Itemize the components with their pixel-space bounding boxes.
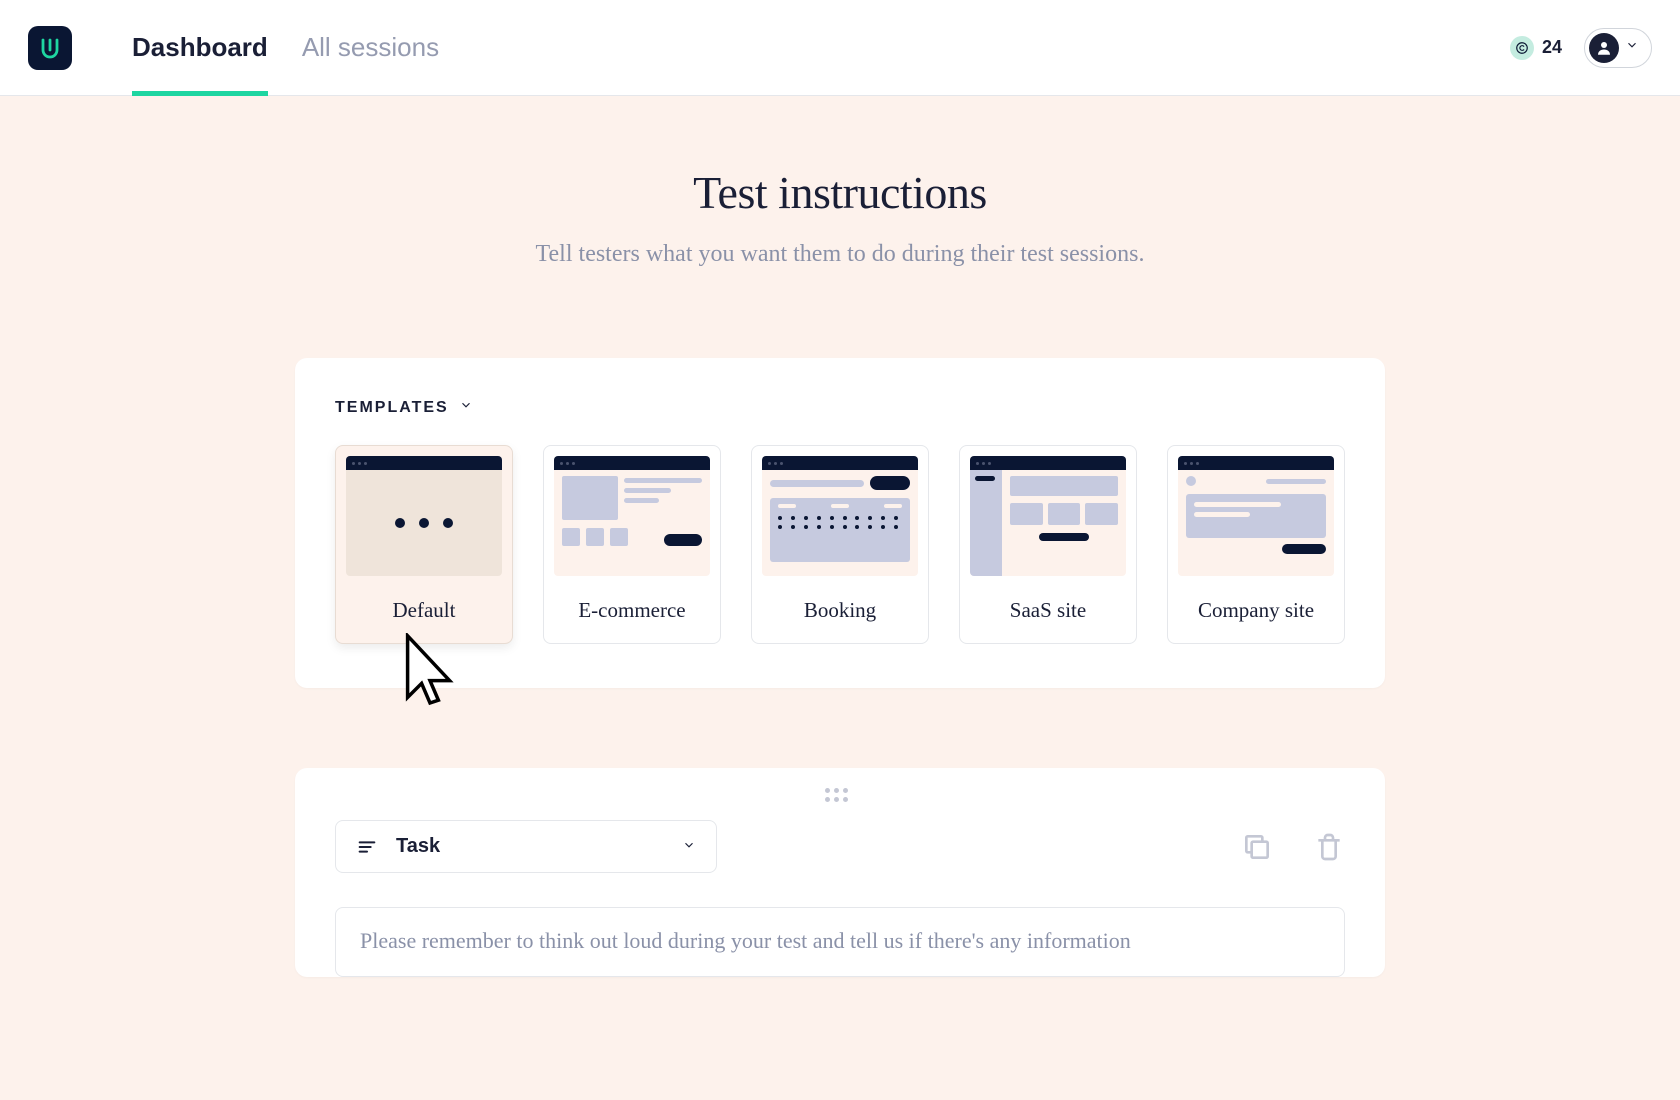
nav-tabs: Dashboard All sessions <box>132 0 439 95</box>
task-card: Task <box>295 768 1385 977</box>
template-label: SaaS site <box>970 598 1126 623</box>
task-type-label: Task <box>396 835 440 858</box>
task-type-select[interactable]: Task <box>335 820 717 873</box>
credits-count: 24 <box>1542 37 1562 58</box>
avatar <box>1589 33 1619 63</box>
template-label: Default <box>346 598 502 623</box>
template-booking[interactable]: Booking <box>751 445 929 644</box>
page-title: Test instructions <box>0 166 1680 219</box>
chevron-down-icon <box>682 835 696 858</box>
user-menu[interactable] <box>1584 28 1652 68</box>
tab-all-sessions[interactable]: All sessions <box>302 0 439 95</box>
template-saas[interactable]: SaaS site <box>959 445 1137 644</box>
list-icon <box>356 836 378 858</box>
logo[interactable] <box>28 26 72 70</box>
drag-handle-icon[interactable] <box>825 788 855 802</box>
ellipsis-icon <box>395 518 453 528</box>
task-textarea[interactable]: Please remember to think out loud during… <box>335 907 1345 977</box>
tab-dashboard[interactable]: Dashboard <box>132 0 268 95</box>
duplicate-button[interactable] <box>1241 831 1273 863</box>
chevron-down-icon <box>459 398 473 417</box>
templates-heading: TEMPLATES <box>335 399 449 417</box>
template-company[interactable]: Company site <box>1167 445 1345 644</box>
templates-toggle[interactable]: TEMPLATES <box>335 398 1345 417</box>
credits-badge[interactable]: 24 <box>1510 36 1562 60</box>
credits-icon <box>1510 36 1534 60</box>
template-label: E-commerce <box>554 598 710 623</box>
chevron-down-icon <box>1625 38 1639 57</box>
page-subtitle: Tell testers what you want them to do du… <box>0 241 1680 268</box>
delete-button[interactable] <box>1313 831 1345 863</box>
templates-row: Default <box>335 445 1345 644</box>
header-right: 24 <box>1510 28 1652 68</box>
template-label: Booking <box>762 598 918 623</box>
template-ecommerce[interactable]: E-commerce <box>543 445 721 644</box>
templates-card: TEMPLATES Default <box>295 358 1385 688</box>
template-label: Company site <box>1178 598 1334 623</box>
page-body: Test instructions Tell testers what you … <box>0 96 1680 1100</box>
template-default[interactable]: Default <box>335 445 513 644</box>
header: Dashboard All sessions 24 <box>0 0 1680 96</box>
